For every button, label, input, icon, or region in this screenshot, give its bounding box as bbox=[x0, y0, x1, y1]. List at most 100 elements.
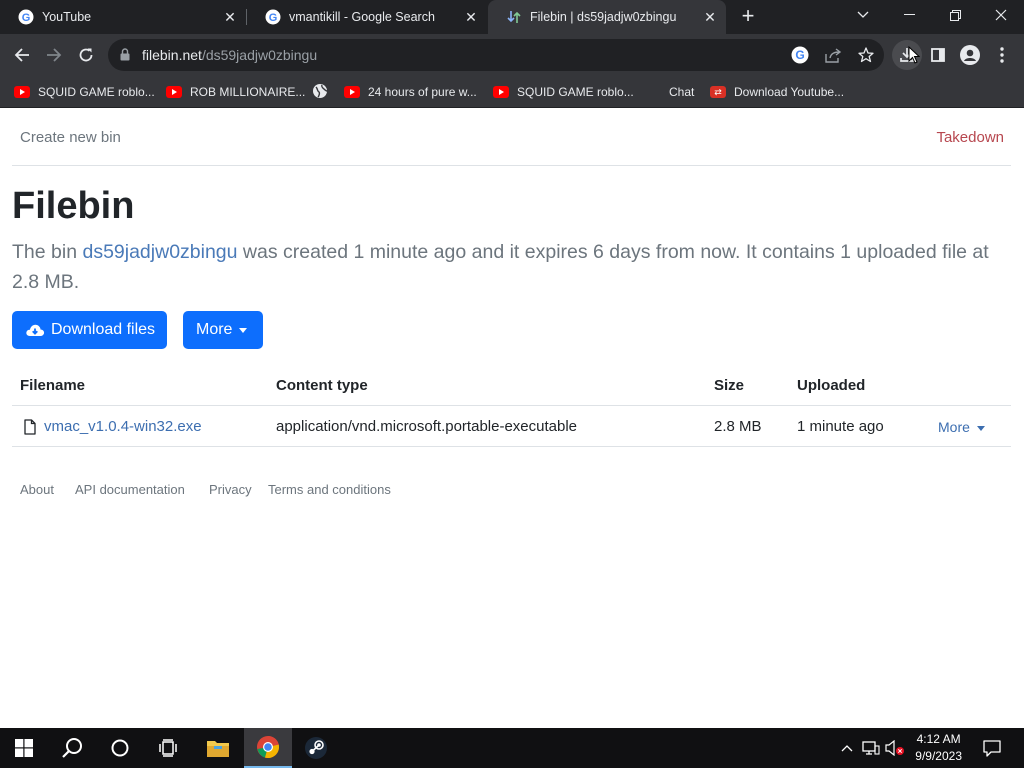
web-page: Create new bin Takedown Filebin The bin … bbox=[0, 109, 1024, 728]
tab-title: YouTube bbox=[42, 10, 92, 24]
row-more-label: More bbox=[938, 419, 970, 435]
table-header-divider bbox=[12, 405, 1011, 406]
tab-title: Filebin | ds59jadjw0zbingu bbox=[530, 10, 677, 24]
chrome-taskbar-icon[interactable] bbox=[244, 728, 292, 768]
close-window-button[interactable] bbox=[978, 0, 1024, 30]
bookmark-label: ROB MILLIONAIRE... bbox=[190, 85, 306, 99]
close-tab-icon[interactable]: ✕ bbox=[700, 7, 720, 27]
google-icon: G bbox=[18, 9, 34, 25]
url-path: /ds59jadjw0zbingu bbox=[201, 47, 318, 63]
network-icon[interactable] bbox=[860, 728, 882, 768]
tab-youtube[interactable]: G YouTube ✕ bbox=[0, 0, 246, 34]
google-lens-icon[interactable]: G bbox=[790, 45, 810, 65]
footer-about-link[interactable]: About bbox=[20, 482, 54, 497]
footer-api-docs-link[interactable]: API documentation bbox=[75, 482, 185, 497]
share-icon[interactable] bbox=[823, 45, 843, 65]
profile-avatar-icon[interactable] bbox=[955, 40, 985, 70]
column-header-uploaded: Uploaded bbox=[797, 377, 866, 394]
tab-filebin[interactable]: Filebin | ds59jadjw0zbingu ✕ bbox=[488, 0, 726, 34]
mouse-cursor-icon bbox=[908, 46, 920, 64]
bookmark-item[interactable]: SQUID GAME roblo... bbox=[493, 83, 634, 101]
column-header-content-type: Content type bbox=[276, 377, 368, 394]
volume-muted-icon[interactable] bbox=[884, 728, 906, 768]
cortana-icon[interactable] bbox=[96, 728, 144, 768]
restore-button[interactable] bbox=[932, 0, 978, 30]
bookmark-label: Chat bbox=[669, 85, 695, 99]
uploaded-cell: 1 minute ago bbox=[797, 418, 884, 435]
new-tab-button[interactable]: + bbox=[736, 5, 760, 29]
takedown-link[interactable]: Takedown bbox=[936, 129, 1004, 146]
steam-icon[interactable] bbox=[292, 728, 340, 768]
youtube-icon bbox=[14, 86, 30, 98]
bookmark-star-icon[interactable] bbox=[856, 45, 876, 65]
filename-cell: vmac_v1.0.4-win32.exe bbox=[24, 418, 202, 435]
filename-link[interactable]: vmac_v1.0.4-win32.exe bbox=[44, 418, 202, 435]
reload-button[interactable] bbox=[71, 40, 101, 70]
svg-text:G: G bbox=[22, 12, 31, 24]
tab-title: vmantikill - Google Search bbox=[289, 10, 435, 24]
chat-icon bbox=[645, 84, 661, 100]
row-more-dropdown[interactable]: More bbox=[938, 419, 985, 435]
svg-text:G: G bbox=[269, 12, 278, 24]
address-bar[interactable]: filebin.net/ds59jadjw0zbingu G bbox=[108, 39, 884, 71]
tab-search-icon[interactable] bbox=[840, 0, 886, 30]
more-label: More bbox=[196, 321, 233, 338]
forward-button[interactable] bbox=[39, 40, 69, 70]
notifications-icon[interactable] bbox=[980, 728, 1004, 768]
download-youtube-icon: ⇄ bbox=[710, 86, 726, 98]
bookmark-item[interactable]: 24 hours of pure w... bbox=[344, 83, 477, 101]
browser-toolbar: filebin.net/ds59jadjw0zbingu G bbox=[0, 34, 1024, 76]
show-hidden-icons-icon[interactable] bbox=[838, 728, 856, 768]
bookmark-item[interactable]: ROB MILLIONAIRE... bbox=[166, 83, 305, 101]
system-clock[interactable]: 4:12 AM 9/9/2023 bbox=[915, 731, 962, 765]
close-tab-icon[interactable]: ✕ bbox=[220, 7, 240, 27]
bookmark-item[interactable]: ⇄ Download Youtube... bbox=[710, 83, 844, 101]
bookmark-item[interactable]: SQUID GAME roblo... bbox=[14, 83, 155, 101]
tab-google-search[interactable]: G vmantikill - Google Search ✕ bbox=[247, 0, 487, 34]
more-dropdown-button[interactable]: More bbox=[183, 311, 263, 349]
youtube-icon bbox=[493, 86, 509, 98]
url-text: filebin.net/ds59jadjw0zbingu bbox=[142, 47, 317, 63]
close-tab-icon[interactable]: ✕ bbox=[461, 7, 481, 27]
bookmark-item[interactable]: Chat bbox=[645, 83, 694, 101]
bookmarks-bar: SQUID GAME roblo... ROB MILLIONAIRE... 2… bbox=[0, 76, 1024, 108]
cloud-download-icon bbox=[25, 322, 45, 338]
bookmark-label: SQUID GAME roblo... bbox=[38, 85, 155, 99]
page-title: Filebin bbox=[12, 185, 135, 227]
column-header-size: Size bbox=[714, 377, 745, 394]
caret-down-icon bbox=[976, 425, 985, 431]
kebab-menu-icon[interactable] bbox=[987, 40, 1017, 70]
bookmark-label: 24 hours of pure w... bbox=[368, 85, 477, 99]
size-cell: 2.8 MB bbox=[714, 418, 762, 435]
bookmark-globe[interactable] bbox=[312, 83, 328, 101]
clock-date: 9/9/2023 bbox=[915, 749, 962, 763]
windows-taskbar: 4:12 AM 9/9/2023 bbox=[0, 728, 1024, 768]
file-explorer-icon[interactable] bbox=[194, 728, 242, 768]
column-header-filename: Filename bbox=[20, 377, 86, 394]
footer-privacy-link[interactable]: Privacy bbox=[209, 482, 252, 497]
bin-id-link[interactable]: ds59jadjw0zbingu bbox=[82, 241, 237, 263]
divider bbox=[12, 165, 1011, 166]
side-panel-icon[interactable] bbox=[923, 40, 953, 70]
bin-description: The bin ds59jadjw0zbingu was created 1 m… bbox=[12, 237, 1002, 297]
minimize-button[interactable] bbox=[886, 0, 932, 30]
create-new-bin-link[interactable]: Create new bin bbox=[20, 129, 121, 146]
lock-icon[interactable] bbox=[120, 48, 130, 66]
task-view-icon[interactable] bbox=[144, 728, 192, 768]
search-icon[interactable] bbox=[48, 728, 96, 768]
back-button[interactable] bbox=[7, 40, 37, 70]
table-bottom-divider bbox=[12, 446, 1011, 447]
clock-time: 4:12 AM bbox=[916, 732, 961, 746]
globe-icon bbox=[312, 83, 328, 102]
download-files-label: Download files bbox=[51, 321, 156, 338]
caret-down-icon bbox=[239, 327, 248, 333]
youtube-icon bbox=[344, 86, 360, 98]
content-type-cell: application/vnd.microsoft.portable-execu… bbox=[276, 418, 578, 435]
bookmark-label: Download Youtube... bbox=[734, 85, 845, 99]
svg-text:G: G bbox=[795, 48, 804, 62]
download-files-button[interactable]: Download files bbox=[12, 311, 167, 349]
youtube-icon bbox=[166, 86, 182, 98]
google-icon: G bbox=[265, 9, 281, 25]
start-button[interactable] bbox=[0, 728, 48, 768]
footer-terms-link[interactable]: Terms and conditions bbox=[268, 482, 391, 497]
